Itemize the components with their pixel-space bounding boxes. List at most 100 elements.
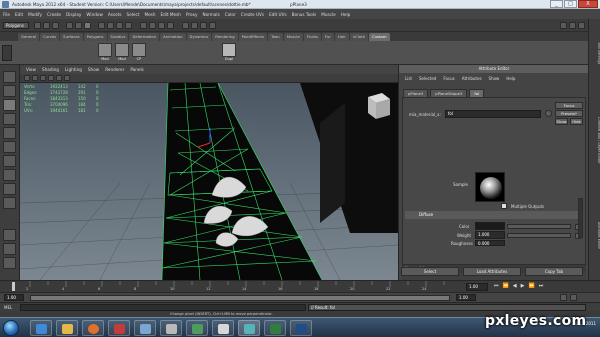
anim-prefs-icon[interactable] [570, 294, 577, 301]
ae-menu-help[interactable]: Help [506, 76, 515, 81]
shelf-tab-deformation[interactable]: Deformation [129, 33, 160, 41]
menu-set-dropdown[interactable]: Polygons [3, 22, 29, 29]
menu-color[interactable]: Color [225, 12, 236, 17]
menu-display[interactable]: Display [66, 12, 81, 17]
load-attributes-button[interactable]: Load Attributes [463, 267, 521, 276]
snap-plane-icon[interactable] [167, 22, 174, 29]
menu-select[interactable]: Select [127, 12, 140, 17]
diffuse-color-slider[interactable] [507, 224, 571, 229]
shelf-tab-rendering[interactable]: Rendering [212, 33, 238, 41]
material-name-field[interactable]: fol [445, 110, 541, 118]
shelf-tab-curves[interactable]: Curves [39, 33, 60, 41]
ae-menu-selected[interactable]: Selected [419, 76, 436, 81]
shelf-tab-fur[interactable]: Fur [321, 33, 334, 41]
layout-four-icon[interactable] [3, 243, 16, 255]
shelf-tab-animation[interactable]: Animation [160, 33, 186, 41]
shelf-button-dupl[interactable]: Dupl [222, 43, 236, 63]
xray-icon[interactable] [64, 75, 70, 81]
shelf-tab-custom[interactable]: Custom [369, 33, 390, 41]
command-input[interactable] [20, 304, 306, 311]
taskbar-app[interactable] [134, 320, 156, 336]
save-scene-icon[interactable] [52, 22, 59, 29]
universal-manipulator-icon[interactable] [3, 155, 16, 167]
select-object-icon[interactable] [75, 22, 82, 29]
viewport-menu-panels[interactable]: Panels [130, 67, 143, 72]
viewport-menu-shading[interactable]: Shading [42, 67, 59, 72]
snap-curve-icon[interactable] [149, 22, 156, 29]
viewport-menu-show[interactable]: Show [88, 67, 99, 72]
render-frame-icon[interactable] [191, 22, 198, 29]
wireframe-icon[interactable] [32, 75, 38, 81]
menu-assets[interactable]: Assets [108, 12, 122, 17]
shelf-tab-dynamics[interactable]: Dynamics [186, 33, 212, 41]
taskbar-media[interactable] [108, 320, 130, 336]
snap-point-icon[interactable] [158, 22, 165, 29]
current-time-field[interactable]: 1.00 [466, 283, 488, 291]
paint-select-tool-icon[interactable] [3, 99, 16, 111]
diffuse-roughness-field[interactable]: 0.000 [475, 240, 505, 246]
ae-menu-attributes[interactable]: Attributes [462, 76, 482, 81]
menu-edit[interactable]: Edit [15, 12, 23, 17]
shelf-tab-ncloth[interactable]: nCloth [349, 33, 369, 41]
mask-edge-icon[interactable] [107, 22, 114, 29]
auto-key-icon[interactable] [560, 294, 567, 301]
shelf-options-icon[interactable] [2, 45, 12, 61]
shelf-button-cp[interactable]: CP [132, 43, 146, 63]
shelf-tab-subdivs[interactable]: Subdivs [107, 33, 129, 41]
shelf-tab-muscle[interactable]: Muscle [283, 33, 303, 41]
taskbar-app[interactable] [264, 320, 286, 336]
new-scene-icon[interactable] [34, 22, 41, 29]
toggle-tool-settings-icon[interactable] [569, 22, 576, 29]
close-button[interactable]: X [578, 0, 598, 8]
viewport-menu-renderer[interactable]: Renderer [105, 67, 124, 72]
diffuse-section-header[interactable]: Diffuse [405, 211, 583, 219]
taskbar-firefox[interactable] [82, 320, 104, 336]
mask-face-icon[interactable] [116, 22, 123, 29]
menu-create[interactable]: Create [47, 12, 61, 17]
maximize-button[interactable]: □ [564, 0, 577, 8]
range-slider-bar[interactable] [30, 295, 450, 301]
open-scene-icon[interactable] [43, 22, 50, 29]
shelf-tab-surfaces[interactable]: Surfaces [60, 33, 83, 41]
taskbar-app[interactable] [186, 320, 208, 336]
go-to-start-icon[interactable]: ⏮ [494, 283, 499, 289]
diffuse-weight-field[interactable]: 1.000 [475, 231, 505, 239]
select-component-icon[interactable] [84, 22, 91, 29]
viewport-menu-lighting[interactable]: Lighting [65, 67, 82, 72]
taskbar-app[interactable] [212, 320, 234, 336]
current-frame-marker[interactable] [12, 282, 15, 291]
menu-edit-mesh[interactable]: Edit Mesh [160, 12, 180, 17]
attribute-editor-tab[interactable]: Attribute Editor [589, 219, 600, 249]
select-hierarchy-icon[interactable] [66, 22, 73, 29]
textured-icon[interactable] [48, 75, 54, 81]
view-cube-icon[interactable] [368, 93, 390, 119]
focus-button[interactable]: Focus [555, 102, 583, 109]
taskbar-explorer[interactable] [56, 320, 78, 336]
ipr-render-icon[interactable] [200, 22, 207, 29]
snap-grid-icon[interactable] [140, 22, 147, 29]
perspective-viewport[interactable]: Verts: 1922413 142 0 Edges: 3743728 291 … [20, 83, 398, 280]
menu-bonus-tools[interactable]: Bonus Tools [292, 12, 317, 17]
select-button[interactable]: Select [401, 267, 459, 276]
start-button[interactable] [3, 320, 19, 336]
menu-normals[interactable]: Normals [202, 12, 219, 17]
select-tool-icon[interactable] [3, 71, 16, 83]
rotate-tool-icon[interactable] [3, 127, 16, 139]
move-tool-icon[interactable] [3, 113, 16, 125]
scale-tool-icon[interactable] [3, 141, 16, 153]
menu-muscle[interactable]: Muscle [321, 12, 336, 17]
show-manipulator-icon[interactable] [3, 183, 16, 195]
menu-window[interactable]: Window [86, 12, 103, 17]
time-slider[interactable]: 2 4 6 8 10 12 14 16 18 20 22 24 1.00 ⏮ ⏪… [0, 280, 600, 292]
ae-menu-focus[interactable]: Focus [443, 76, 454, 81]
play-back-icon[interactable]: ◀ [513, 283, 517, 289]
step-forward-icon[interactable]: ⏩ [528, 283, 534, 289]
diffuse-color-swatch[interactable] [475, 222, 505, 230]
mask-vertex-icon[interactable] [98, 22, 105, 29]
taskbar-app[interactable] [160, 320, 182, 336]
shelf-tab-toon[interactable]: Toon [267, 33, 283, 41]
smooth-shade-icon[interactable] [40, 75, 46, 81]
shelf-button-mod-1[interactable]: Mod [98, 43, 112, 63]
ae-menu-show[interactable]: Show [489, 76, 500, 81]
ae-tab-fol[interactable]: fol [469, 89, 485, 97]
